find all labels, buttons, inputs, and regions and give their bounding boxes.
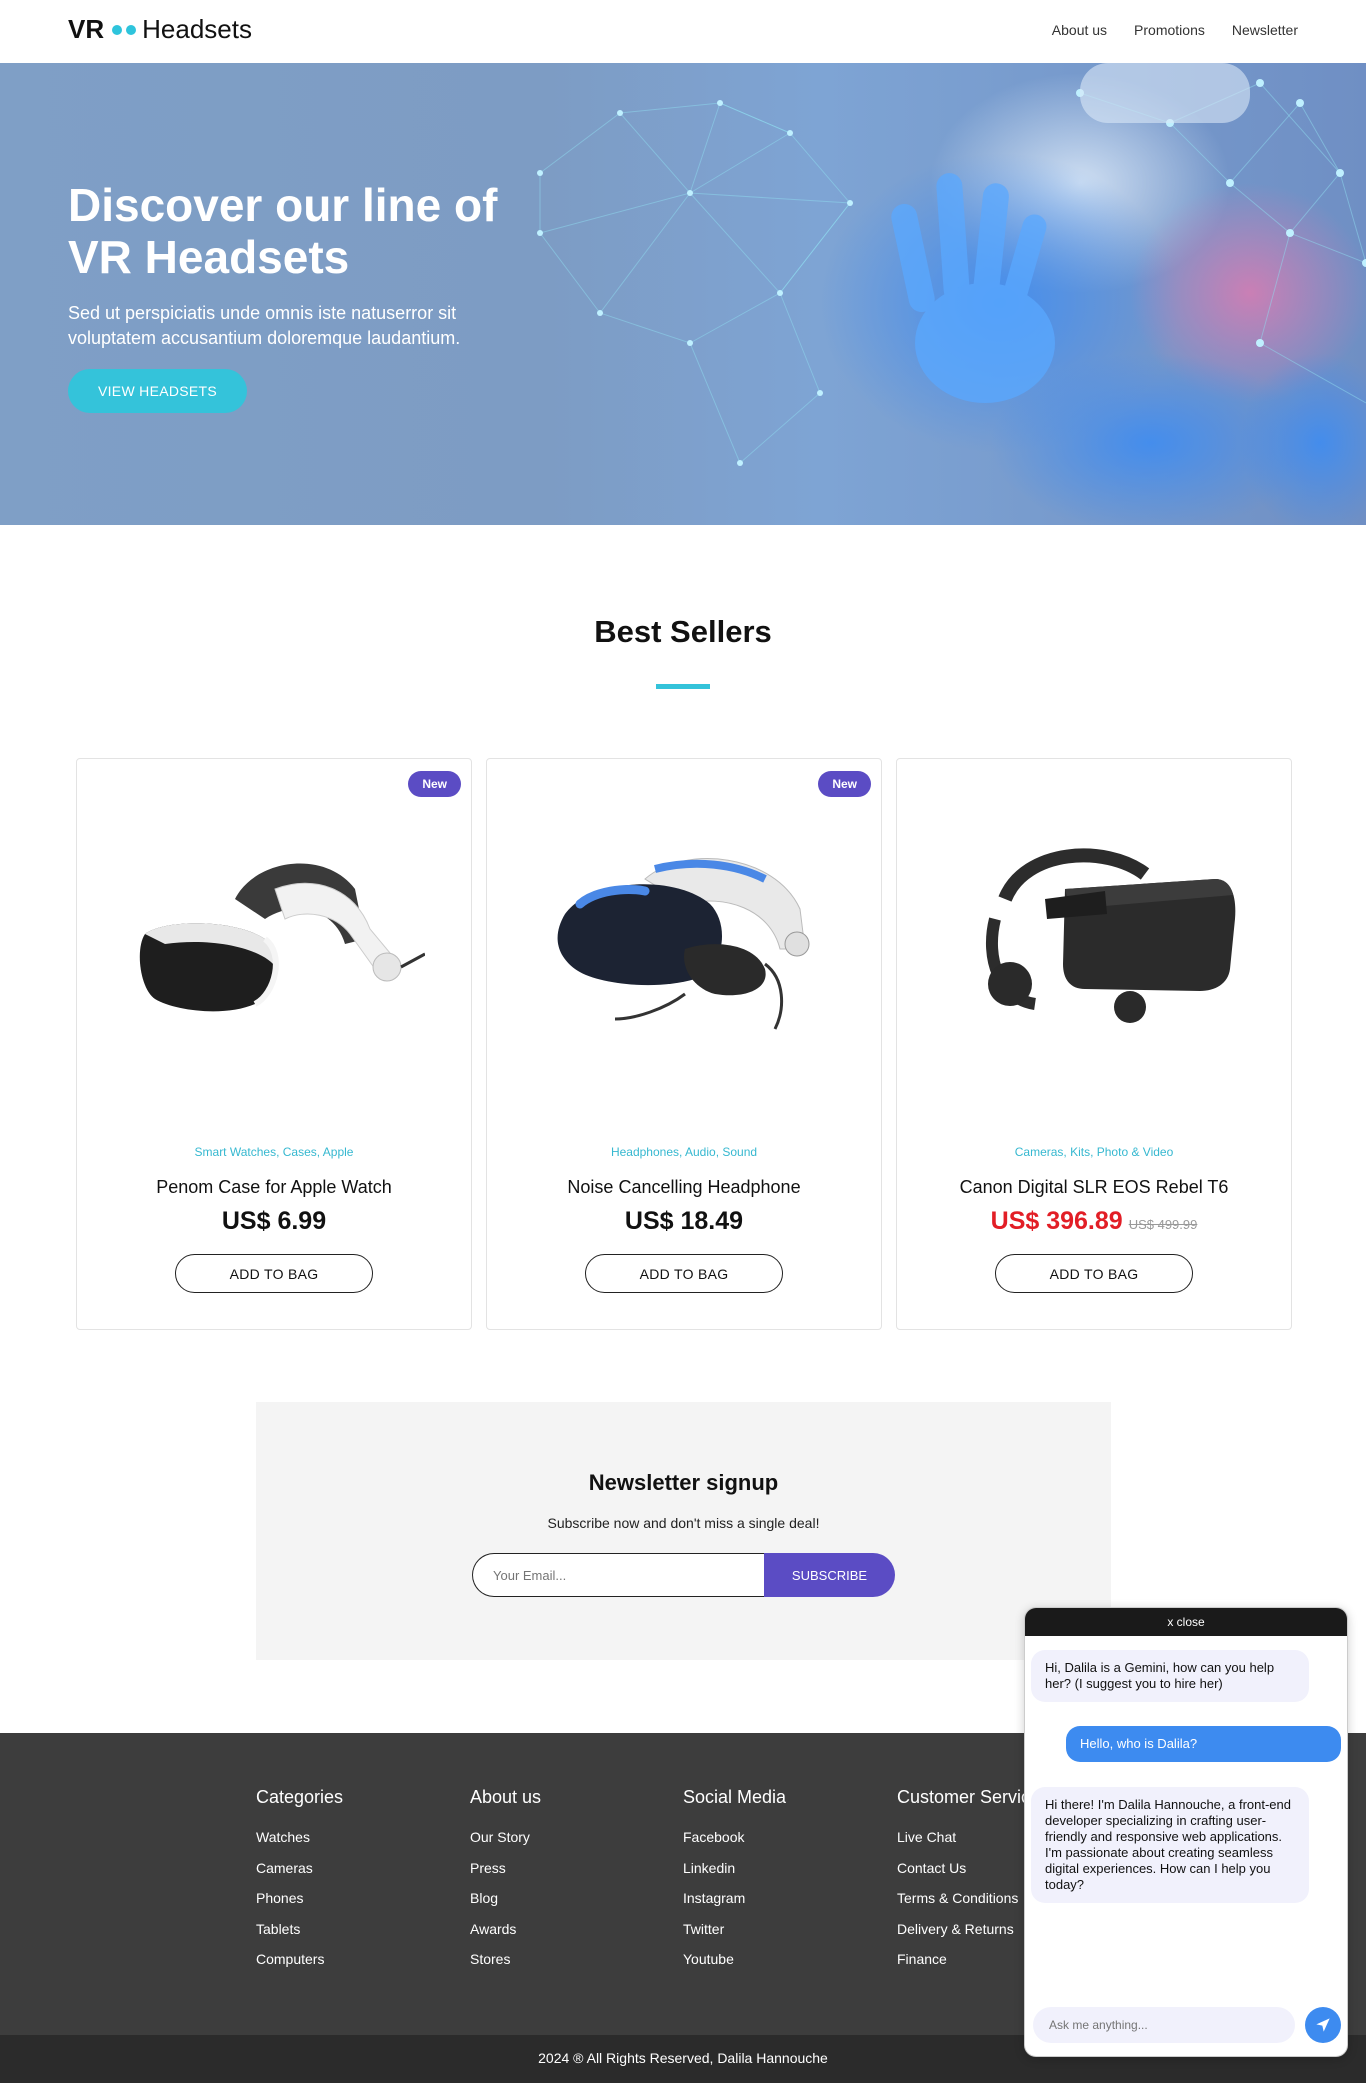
chat-close-button[interactable]: x close — [1025, 1608, 1347, 1636]
send-button[interactable] — [1305, 2007, 1341, 2043]
nav-about-us[interactable]: About us — [1052, 22, 1107, 38]
add-to-bag-button[interactable]: ADD TO BAG — [175, 1254, 373, 1293]
newsletter-title: Newsletter signup — [588, 1470, 779, 1495]
footer-column-customer-service: Customer Service Live Chat Contact Us Te… — [897, 1787, 1040, 1975]
footer-link[interactable]: Delivery & Returns — [897, 1914, 1040, 1945]
hero-subtitle: Sed ut perspiciatis unde omnis iste natu… — [68, 303, 461, 348]
footer-column-title: Social Media — [683, 1787, 787, 1807]
footer-link[interactable]: Phones — [256, 1883, 343, 1914]
newsletter-section: Newsletter signup Subscribe now and don'… — [256, 1402, 1111, 1660]
add-to-bag-button[interactable]: ADD TO BAG — [585, 1254, 783, 1293]
logo[interactable]: VR Headsets — [68, 14, 252, 45]
footer-link[interactable]: Awards — [470, 1914, 541, 1945]
logo-prefix: VR — [68, 14, 105, 44]
footer-column-title: Customer Service — [897, 1787, 1041, 1807]
view-headsets-button[interactable]: VIEW HEADSETS — [68, 369, 247, 413]
vr-headset-image — [557, 858, 810, 1030]
product-categories[interactable]: Cameras, Kits, Photo & Video — [897, 1145, 1291, 1159]
subscribe-button[interactable]: SUBSCRIBE — [764, 1553, 895, 1597]
price-value: US$ 18.49 — [624, 1207, 744, 1235]
logo-dots-icon — [112, 24, 137, 35]
send-icon — [1316, 2018, 1330, 2032]
footer-link[interactable]: Our Story — [470, 1822, 541, 1853]
sale-price-value: US$ 396.89 — [990, 1207, 1123, 1235]
chat-message-bot: Hi, Dalila is a Gemini, how can you help… — [1031, 1650, 1309, 1702]
footer-link[interactable]: Twitter — [683, 1914, 786, 1945]
best-sellers-title: Best Sellers — [594, 614, 772, 649]
footer-link[interactable]: Cameras — [256, 1853, 343, 1884]
footer-link[interactable]: Terms & Conditions — [897, 1883, 1040, 1914]
price-value: US$ 6.99 — [221, 1207, 327, 1235]
main-nav: About us Promotions Newsletter — [1052, 22, 1298, 38]
footer-link[interactable]: Contact Us — [897, 1853, 1040, 1884]
footer-link[interactable]: Tablets — [256, 1914, 343, 1945]
footer-link[interactable]: Computers — [256, 1944, 343, 1975]
footer-link[interactable]: Instagram — [683, 1883, 786, 1914]
hero-title: Discover our line of VR Headsets — [68, 179, 498, 283]
nav-newsletter[interactable]: Newsletter — [1232, 22, 1298, 38]
newsletter-subtitle: Subscribe now and don't miss a single de… — [547, 1515, 820, 1531]
footer-link[interactable]: Linkedin — [683, 1853, 786, 1884]
footer-column-title: Categories — [256, 1787, 344, 1807]
old-price: US$ 499.99 — [1128, 1217, 1198, 1232]
chat-message-bot: Hi there! I'm Dalila Hannouche, a front-… — [1031, 1787, 1309, 1903]
nav-promotions[interactable]: Promotions — [1134, 22, 1205, 38]
chat-widget: x close Hi, Dalila is a Gemini, how can … — [1024, 1607, 1348, 2057]
product-name[interactable]: Penom Case for Apple Watch — [77, 1177, 471, 1198]
footer-link[interactable]: Stores — [470, 1944, 541, 1975]
footer-column-categories: Categories Watches Cameras Phones Tablet… — [256, 1787, 343, 1975]
copyright-text: 2024 ® All Rights Reserved, Dalila Hanno… — [538, 2050, 828, 2066]
vr-headset-image — [985, 848, 1236, 1023]
footer-link[interactable]: Facebook — [683, 1822, 786, 1853]
chat-input[interactable] — [1033, 2007, 1295, 2043]
footer-link[interactable]: Blog — [470, 1883, 541, 1914]
product-price: US$ 396.89 US$ 499.99 — [897, 1207, 1291, 1236]
vr-headset-image — [139, 863, 425, 1012]
chat-message-user: Hello, who is Dalila? — [1066, 1726, 1341, 1762]
footer-column-about: About us Our Story Press Blog Awards Sto… — [470, 1787, 541, 1975]
product-categories[interactable]: Smart Watches, Cases, Apple — [77, 1145, 471, 1159]
product-card: New Headphones, Audio, Sound Noise Cance… — [486, 758, 882, 1330]
footer-link[interactable]: Youtube — [683, 1944, 786, 1975]
logo-suffix: Headsets — [142, 14, 252, 44]
hero-background-image — [537, 63, 1366, 525]
add-to-bag-button[interactable]: ADD TO BAG — [995, 1254, 1193, 1293]
new-badge: New — [818, 771, 871, 797]
title-underline — [656, 684, 710, 689]
footer-link[interactable]: Live Chat — [897, 1822, 1040, 1853]
hero-banner: Discover our line of VR Headsets Sed ut … — [0, 63, 1366, 525]
footer-link[interactable]: Finance — [897, 1944, 1040, 1975]
footer-column-social: Social Media Facebook Linkedin Instagram… — [683, 1787, 786, 1975]
footer-column-title: About us — [470, 1787, 542, 1807]
new-badge: New — [408, 771, 461, 797]
product-name[interactable]: Canon Digital SLR EOS Rebel T6 — [897, 1177, 1291, 1198]
email-input[interactable] — [472, 1553, 766, 1597]
site-header: VR Headsets About us Promotions Newslett… — [0, 0, 1366, 63]
product-categories[interactable]: Headphones, Audio, Sound — [487, 1145, 881, 1159]
product-price: US$ 18.49 — [487, 1207, 881, 1236]
product-name[interactable]: Noise Cancelling Headphone — [487, 1177, 881, 1198]
product-price: US$ 6.99 — [77, 1207, 471, 1236]
footer-link[interactable]: Press — [470, 1853, 541, 1884]
footer-link[interactable]: Watches — [256, 1822, 343, 1853]
product-card: New Smart Watches, Cases, Apple Penom Ca… — [76, 758, 472, 1330]
product-card: Cameras, Kits, Photo & Video Canon Digit… — [896, 758, 1292, 1330]
